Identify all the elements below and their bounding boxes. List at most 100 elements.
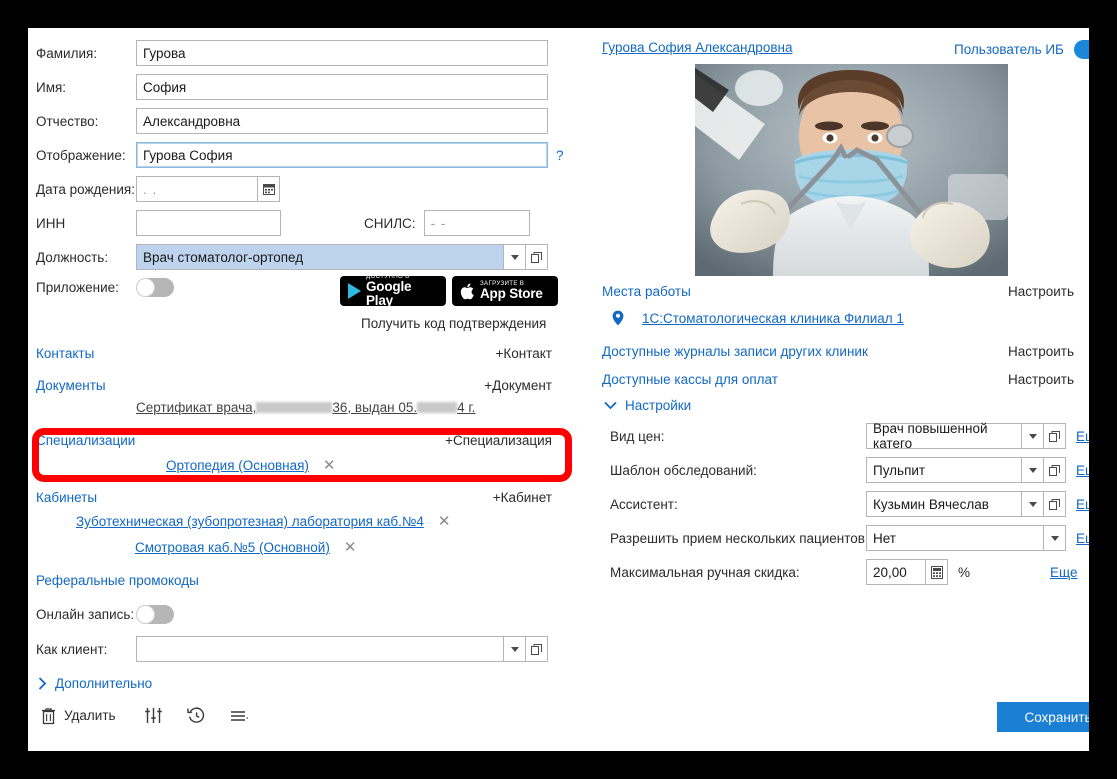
label-surname: Фамилия: — [36, 45, 98, 61]
as-client-dropdown-chevron-icon[interactable] — [504, 636, 526, 662]
field-row-multi-patients: Разрешить прием нескольких пациентов: Не… — [610, 525, 1089, 551]
label-online-booking: Онлайн запись: — [36, 607, 135, 622]
app-toggle-knob — [136, 278, 155, 297]
app-toggle[interactable] — [136, 278, 174, 297]
exam-template-input[interactable]: Пульпит — [866, 457, 1022, 483]
label-app: Приложение: — [36, 280, 119, 295]
add-room-button[interactable]: +Кабинет — [493, 490, 552, 505]
label-inn: ИНН — [36, 215, 66, 231]
section-title-rooms[interactable]: Кабинеты — [36, 490, 97, 505]
label-display-name: Отображение: — [36, 147, 126, 163]
employee-card-window: Фамилия: Гурова Имя: София Отчество: Але… — [28, 28, 1089, 751]
exam-template-open-icon[interactable] — [1044, 457, 1066, 483]
document-item-label-b: 36, выдан 05. — [332, 400, 418, 415]
firstname-input[interactable]: София — [136, 74, 548, 100]
bottom-toolbar: Удалить — [40, 706, 250, 725]
position-dropdown-chevron-icon[interactable] — [504, 244, 526, 270]
field-row-inn: ИНН СНИЛС: - - — [36, 210, 530, 236]
delete-button-label[interactable]: Удалить — [64, 708, 116, 723]
max-discount-more-link[interactable]: Еще — [1050, 565, 1077, 580]
more-menu-icon[interactable] — [230, 708, 250, 724]
field-row-display-name: Отображение: Гурова София ? — [36, 142, 564, 168]
section-rooms: Кабинеты +Кабинет — [36, 490, 552, 505]
inn-input[interactable] — [136, 210, 281, 236]
as-client-input[interactable] — [136, 636, 504, 662]
section-title-documents[interactable]: Документы — [36, 378, 106, 393]
workplace-link[interactable]: 1С:Стоматологическая клиника Филиал 1 — [642, 311, 904, 326]
remove-room-close-icon[interactable]: ✕ — [344, 540, 357, 555]
assistant-dropdown-chevron-icon[interactable] — [1022, 491, 1044, 517]
section-title-workplaces[interactable]: Места работы — [602, 284, 691, 299]
add-document-button[interactable]: +Документ — [484, 378, 552, 393]
save-button[interactable]: Сохранить — [997, 702, 1089, 732]
room-item-label[interactable]: Зуботехническая (зубопротезная) лаборато… — [76, 514, 424, 529]
surname-input[interactable]: Гурова — [136, 40, 548, 66]
as-client-open-icon[interactable] — [526, 636, 548, 662]
price-type-more-link[interactable]: Еще — [1076, 429, 1089, 444]
person-name-link[interactable]: Гурова София Александровна — [602, 40, 792, 55]
online-booking-toggle[interactable] — [136, 605, 174, 624]
section-title-specializations[interactable]: Специализации — [36, 433, 135, 448]
exam-template-more-link[interactable]: Еще — [1076, 463, 1089, 478]
label-birthdate: Дата рождения: — [36, 181, 135, 197]
position-input[interactable]: Врач стоматолог-ортопед — [136, 244, 504, 270]
assistant-more-link[interactable]: Еще — [1076, 497, 1089, 512]
price-type-open-icon[interactable] — [1044, 423, 1066, 449]
settings-sliders-icon[interactable] — [144, 706, 163, 725]
discount-percent-suffix: % — [958, 564, 971, 580]
position-open-icon[interactable] — [526, 244, 548, 270]
patronymic-input[interactable]: Александровна — [136, 108, 548, 134]
max-discount-input[interactable]: 20,00 — [866, 559, 926, 585]
google-play-badge[interactable]: ДОСТУПНО В Google Play — [340, 273, 446, 308]
section-title-payment-desks[interactable]: Доступные кассы для оплат — [602, 372, 778, 387]
history-clock-icon[interactable] — [186, 706, 206, 725]
help-icon[interactable]: ? — [556, 148, 564, 163]
configure-journals-button[interactable]: Настроить — [1008, 344, 1074, 359]
exam-template-dropdown-chevron-icon[interactable] — [1022, 457, 1044, 483]
security-user-toggle[interactable] — [1073, 40, 1089, 59]
section-contacts: Контакты +Контакт — [36, 346, 552, 361]
assistant-open-icon[interactable] — [1044, 491, 1066, 517]
birthdate-input[interactable]: . . — [136, 176, 258, 202]
multi-patients-more-link[interactable]: Еще — [1076, 531, 1089, 546]
apple-icon — [460, 283, 475, 300]
document-item-label-a: Сертификат врача, — [136, 400, 257, 415]
section-workplaces: Места работы Настроить — [602, 284, 1074, 299]
trash-icon[interactable] — [40, 707, 57, 725]
display-name-input[interactable]: Гурова София — [136, 142, 548, 168]
assistant-input[interactable]: Кузьмин Вячеслав — [866, 491, 1022, 517]
room-item: Смотровая каб.№5 (Основной) ✕ — [135, 540, 356, 555]
label-price-type: Вид цен: — [610, 428, 665, 444]
snils-input[interactable]: - - — [423, 210, 530, 236]
settings-group-toggle[interactable]: Настройки — [604, 398, 691, 413]
person-name-link-row: Гурова София Александровна — [602, 40, 792, 55]
section-payment-desks: Доступные кассы для оплат Настроить — [602, 372, 1074, 387]
employee-photo — [695, 64, 1008, 276]
section-title-other-clinic-journals[interactable]: Доступные журналы записи других клиник — [602, 344, 868, 359]
price-type-input[interactable]: Врач повышенной катего — [866, 421, 1022, 451]
field-row-birthdate: Дата рождения: . . — [36, 176, 280, 202]
multi-patients-input[interactable]: Нет — [866, 525, 1044, 551]
calendar-icon[interactable] — [258, 176, 280, 202]
app-store-label: App Store — [480, 286, 543, 302]
add-specialization-button[interactable]: +Специализация — [445, 433, 552, 448]
additional-section-toggle[interactable]: Дополнительно — [38, 676, 152, 691]
app-store-badge[interactable]: Загрузите в App Store — [452, 276, 558, 306]
configure-workplaces-button[interactable]: Настроить — [1008, 284, 1074, 299]
remove-specialization-close-icon[interactable]: ✕ — [323, 458, 336, 473]
remove-room-close-icon[interactable]: ✕ — [438, 514, 451, 529]
price-type-dropdown-chevron-icon[interactable] — [1022, 423, 1044, 449]
calculator-icon[interactable] — [926, 559, 948, 585]
configure-desks-button[interactable]: Настроить — [1008, 372, 1074, 387]
field-row-patronymic: Отчество: Александровна — [36, 108, 548, 134]
section-title-referral-promocodes[interactable]: Реферальные промокоды — [36, 573, 199, 588]
section-title-contacts[interactable]: Контакты — [36, 346, 94, 361]
field-row-firstname: Имя: София — [36, 74, 548, 100]
document-redacted-b — [417, 402, 458, 413]
multi-patients-dropdown-chevron-icon[interactable] — [1044, 525, 1066, 551]
specialization-item-label[interactable]: Ортопедия (Основная) — [166, 458, 309, 473]
store-badges: ДОСТУПНО В Google Play Загрузите в App S… — [340, 273, 558, 308]
add-contact-button[interactable]: +Контакт — [496, 346, 553, 361]
room-item-label[interactable]: Смотровая каб.№5 (Основной) — [135, 540, 330, 555]
document-item[interactable]: Сертификат врача, 36, выдан 05. 4 г. — [136, 400, 475, 415]
